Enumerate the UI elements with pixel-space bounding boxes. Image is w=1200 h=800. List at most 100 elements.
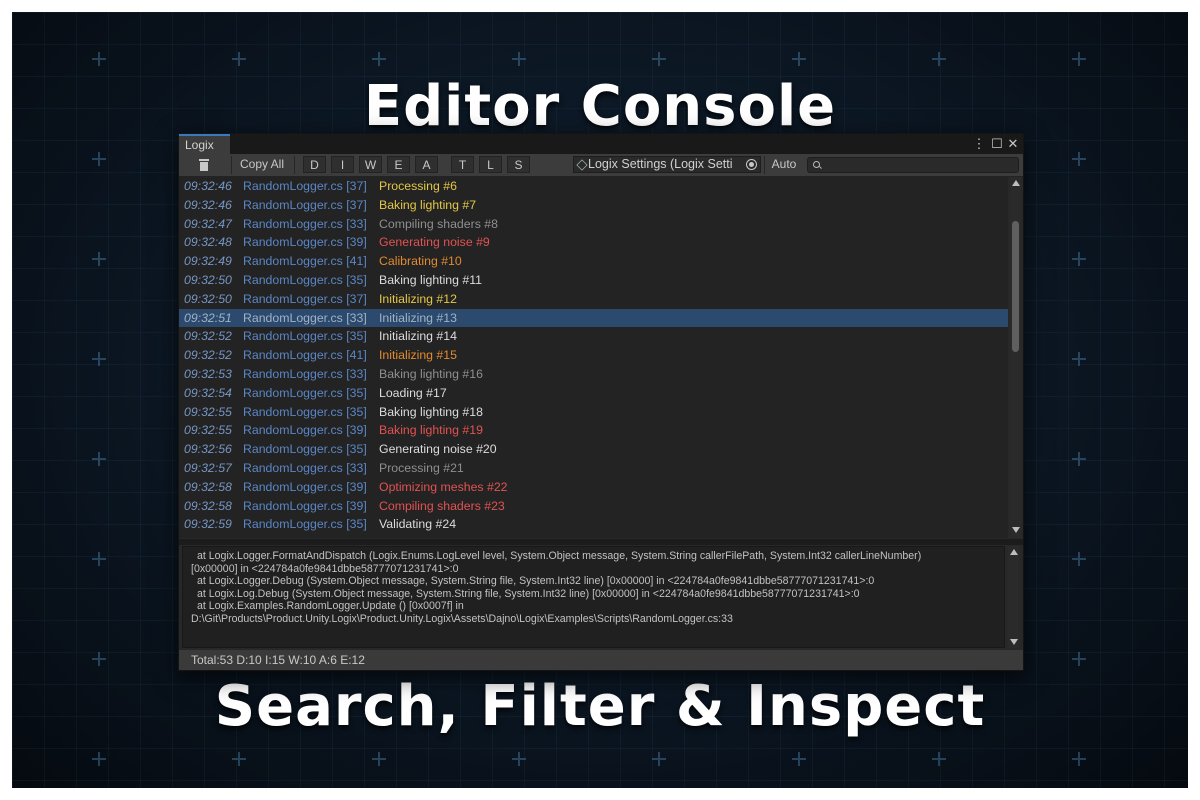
headline-title: Editor Console — [363, 74, 837, 139]
log-source-link[interactable]: RandomLogger.cs [35] — [243, 271, 367, 290]
log-source-link[interactable]: RandomLogger.cs [33] — [243, 459, 367, 478]
grid-cross-decoration — [652, 752, 666, 766]
auto-button[interactable]: Auto — [767, 156, 801, 173]
filter-toggle-s[interactable]: S — [507, 156, 530, 173]
scroll-down-icon[interactable] — [1012, 527, 1020, 533]
log-timestamp: 09:32:46 — [184, 179, 232, 193]
log-timestamp: 09:32:51 — [184, 310, 232, 325]
log-source-link[interactable]: RandomLogger.cs [37] — [243, 177, 367, 196]
log-source-link[interactable]: RandomLogger.cs [39] — [243, 233, 367, 252]
grid-cross-decoration — [372, 52, 386, 66]
logix-settings-field[interactable]: Logix Settings (Logix Setti — [573, 156, 761, 173]
search-icon — [813, 161, 820, 168]
filter-toggle-i[interactable]: I — [331, 156, 354, 173]
log-source-link[interactable]: RandomLogger.cs [41] — [243, 252, 367, 271]
log-message: Initializing #12 — [379, 291, 457, 306]
panel-splitter[interactable] — [179, 539, 1023, 545]
log-source-link[interactable]: RandomLogger.cs [35] — [243, 384, 367, 403]
log-row[interactable]: 09:32:58 RandomLogger.cs [39] Compiling sh… — [179, 497, 1008, 516]
log-timestamp: 09:32:46 — [184, 197, 232, 212]
filter-toggle-e[interactable]: E — [387, 156, 410, 173]
grid-cross-decoration — [232, 52, 246, 66]
filter-toggle-a[interactable]: A — [415, 156, 438, 173]
log-row[interactable]: 09:32:46 RandomLogger.cs [37] Baking light… — [179, 196, 1008, 215]
log-row[interactable]: 09:32:51 RandomLogger.cs [33] Initializing… — [179, 308, 1008, 328]
log-scroll-thumb[interactable] — [1012, 221, 1019, 352]
trash-icon — [199, 159, 209, 171]
log-message: Generating noise #9 — [379, 235, 490, 250]
log-timestamp: 09:32:48 — [184, 235, 232, 250]
log-message: Initializing #13 — [379, 310, 457, 325]
log-source-link[interactable]: RandomLogger.cs [35] — [243, 327, 367, 346]
log-message: Baking lighting #19 — [379, 423, 483, 438]
grid-cross-decoration — [92, 52, 106, 66]
log-row[interactable]: 09:32:57 RandomLogger.cs [33] Processing #… — [179, 459, 1008, 478]
log-source-link[interactable]: RandomLogger.cs [35] — [243, 515, 367, 534]
log-row[interactable]: 09:32:48 RandomLogger.cs [39] Generating n… — [179, 233, 1008, 252]
stack-trace-line: [0x00000] in <224784a0fe9841dbbe58777071… — [191, 562, 459, 575]
log-row[interactable]: 09:32:54 RandomLogger.cs [35] Loading #17 — [179, 384, 1008, 403]
grid-cross-decoration — [92, 752, 106, 766]
log-message: Processing #21 — [379, 460, 464, 475]
stack-trace-line: D:\Git\Products\Product.Unity.Logix\Prod… — [191, 612, 733, 625]
log-row[interactable]: 09:32:52 RandomLogger.cs [35] Initializing… — [179, 327, 1008, 346]
grid-cross-decoration — [1072, 252, 1086, 266]
log-source-link[interactable]: RandomLogger.cs [37] — [243, 196, 367, 215]
log-timestamp: 09:32:58 — [184, 479, 232, 494]
log-timestamp: 09:32:55 — [184, 423, 232, 438]
copy-all-button[interactable]: Copy All — [235, 156, 289, 173]
log-row[interactable]: 09:32:50 RandomLogger.cs [35] Baking light… — [179, 271, 1008, 290]
stack-trace-scrollbar[interactable] — [1008, 546, 1019, 648]
log-message: Generating noise #20 — [379, 442, 497, 457]
close-icon[interactable]: ✕ — [1005, 135, 1021, 152]
stack-trace-panel[interactable]: at Logix.Logger.FormatAndDispatch (Logix… — [182, 546, 1005, 648]
log-source-link[interactable]: RandomLogger.cs [35] — [243, 440, 367, 459]
grid-cross-decoration — [1072, 352, 1086, 366]
filter-toggle-d[interactable]: D — [303, 156, 326, 173]
log-message: Compiling shaders #23 — [379, 498, 505, 513]
filter-toggle-l[interactable]: L — [479, 156, 502, 173]
log-row[interactable]: 09:32:49 RandomLogger.cs [41] Calibrating … — [179, 252, 1008, 271]
filter-toggle-t[interactable]: T — [451, 156, 474, 173]
grid-cross-decoration — [1072, 452, 1086, 466]
object-picker-icon[interactable] — [746, 159, 757, 170]
toolbar: Copy All DIWEATLS Logix Settings (Logix … — [179, 154, 1023, 177]
filter-toggle-w[interactable]: W — [359, 156, 382, 173]
more-menu-icon[interactable]: ⋮ — [971, 135, 987, 152]
log-row[interactable]: 09:32:55 RandomLogger.cs [35] Baking light… — [179, 403, 1008, 422]
maximize-icon[interactable]: ☐ — [989, 135, 1005, 152]
grid-cross-decoration — [1072, 652, 1086, 666]
grid-cross-decoration — [372, 752, 386, 766]
log-row[interactable]: 09:32:53 RandomLogger.cs [33] Baking light… — [179, 365, 1008, 384]
grid-cross-decoration — [932, 752, 946, 766]
tab-logix[interactable]: Logix — [179, 134, 230, 154]
scroll-up-icon[interactable] — [1012, 180, 1020, 186]
log-row[interactable]: 09:32:55 RandomLogger.cs [39] Baking light… — [179, 421, 1008, 440]
log-row[interactable]: 09:32:58 RandomLogger.cs [39] Optimizing m… — [179, 478, 1008, 497]
log-list[interactable]: 09:32:46 RandomLogger.cs [37] Processing #… — [179, 177, 1008, 538]
detail-scroll-down-icon[interactable] — [1010, 639, 1018, 645]
search-input[interactable] — [807, 157, 1019, 173]
log-source-link[interactable]: RandomLogger.cs [37] — [243, 290, 367, 309]
log-scrollbar[interactable] — [1010, 177, 1021, 538]
log-source-link[interactable]: RandomLogger.cs [33] — [243, 215, 367, 234]
log-source-link[interactable]: RandomLogger.cs [39] — [243, 497, 367, 516]
log-timestamp: 09:32:50 — [184, 291, 232, 306]
log-source-link[interactable]: RandomLogger.cs [41] — [243, 346, 367, 365]
clear-button[interactable] — [193, 156, 215, 173]
log-row[interactable]: 09:32:59 RandomLogger.cs [35] Validating #… — [179, 515, 1008, 534]
log-source-link[interactable]: RandomLogger.cs [35] — [243, 403, 367, 422]
grid-cross-decoration — [92, 452, 106, 466]
log-source-link[interactable]: RandomLogger.cs [39] — [243, 478, 367, 497]
log-row[interactable]: 09:32:56 RandomLogger.cs [35] Generating n… — [179, 440, 1008, 459]
log-row[interactable]: 09:32:52 RandomLogger.cs [41] Initializing… — [179, 346, 1008, 365]
log-source-link[interactable]: RandomLogger.cs [33] — [243, 365, 367, 384]
log-row[interactable]: 09:32:47 RandomLogger.cs [33] Compiling sh… — [179, 215, 1008, 234]
log-message: Initializing #14 — [379, 329, 457, 344]
log-timestamp: 09:32:47 — [184, 216, 232, 231]
log-source-link[interactable]: RandomLogger.cs [39] — [243, 421, 367, 440]
log-row[interactable]: 09:32:46 RandomLogger.cs [37] Processing #… — [179, 177, 1008, 196]
log-source-link[interactable]: RandomLogger.cs [33] — [243, 309, 367, 328]
log-row[interactable]: 09:32:50 RandomLogger.cs [37] Initializing… — [179, 290, 1008, 309]
detail-scroll-up-icon[interactable] — [1010, 549, 1018, 555]
